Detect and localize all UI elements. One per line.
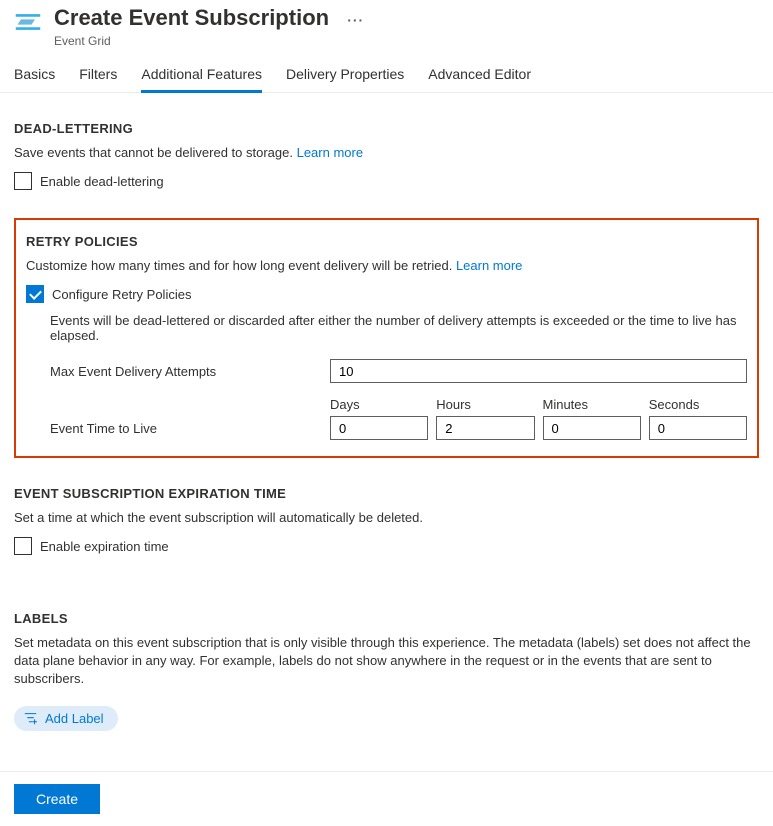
tab-delivery-properties[interactable]: Delivery Properties: [286, 66, 404, 93]
ttl-minutes-label: Minutes: [543, 397, 641, 412]
page-subtitle: Event Grid: [54, 34, 364, 48]
ttl-hours-label: Hours: [436, 397, 534, 412]
labels-section: LABELS Set metadata on this event subscr…: [14, 611, 759, 731]
tab-basics[interactable]: Basics: [14, 66, 55, 93]
dead-lettering-title: DEAD-LETTERING: [14, 121, 759, 136]
create-button[interactable]: Create: [14, 784, 100, 814]
expiration-section: EVENT SUBSCRIPTION EXPIRATION TIME Set a…: [14, 486, 759, 555]
enable-dead-lettering-checkbox[interactable]: [14, 172, 32, 190]
max-attempts-label: Max Event Delivery Attempts: [50, 364, 330, 379]
event-grid-icon: [14, 8, 42, 36]
ttl-seconds-input[interactable]: [649, 416, 747, 440]
retry-note: Events will be dead-lettered or discarde…: [50, 313, 747, 343]
labels-desc: Set metadata on this event subscription …: [14, 634, 759, 688]
page-header: Create Event Subscription ··· Event Grid: [0, 0, 773, 48]
footer-bar: Create: [0, 771, 773, 826]
labels-title: LABELS: [14, 611, 759, 626]
tab-advanced-editor[interactable]: Advanced Editor: [428, 66, 531, 93]
add-filter-icon: [24, 712, 37, 725]
expiration-desc: Set a time at which the event subscripti…: [14, 509, 759, 527]
dead-lettering-section: DEAD-LETTERING Save events that cannot b…: [14, 121, 759, 190]
add-label-button[interactable]: Add Label: [14, 706, 118, 731]
ttl-days-label: Days: [330, 397, 428, 412]
retry-learn-more-link[interactable]: Learn more: [456, 258, 522, 273]
page-title: Create Event Subscription ···: [54, 4, 364, 34]
max-attempts-input[interactable]: [330, 359, 747, 383]
expiration-title: EVENT SUBSCRIPTION EXPIRATION TIME: [14, 486, 759, 501]
enable-dead-lettering-label: Enable dead-lettering: [40, 174, 164, 189]
retry-policies-desc: Customize how many times and for how lon…: [26, 257, 747, 275]
retry-policies-section: RETRY POLICIES Customize how many times …: [14, 218, 759, 458]
tab-filters[interactable]: Filters: [79, 66, 117, 93]
ttl-seconds-label: Seconds: [649, 397, 747, 412]
more-icon[interactable]: ···: [347, 12, 364, 28]
enable-expiration-label: Enable expiration time: [40, 539, 169, 554]
ttl-hours-input[interactable]: [436, 416, 534, 440]
enable-expiration-checkbox[interactable]: [14, 537, 32, 555]
dead-lettering-desc: Save events that cannot be delivered to …: [14, 144, 759, 162]
tab-additional-features[interactable]: Additional Features: [141, 66, 262, 93]
dead-lettering-learn-more-link[interactable]: Learn more: [297, 145, 363, 160]
tab-bar: Basics Filters Additional Features Deliv…: [0, 48, 773, 93]
ttl-minutes-input[interactable]: [543, 416, 641, 440]
configure-retry-label: Configure Retry Policies: [52, 287, 191, 302]
configure-retry-checkbox[interactable]: [26, 285, 44, 303]
ttl-days-input[interactable]: [330, 416, 428, 440]
ttl-label: Event Time to Live: [50, 421, 330, 440]
retry-policies-title: RETRY POLICIES: [26, 234, 747, 249]
